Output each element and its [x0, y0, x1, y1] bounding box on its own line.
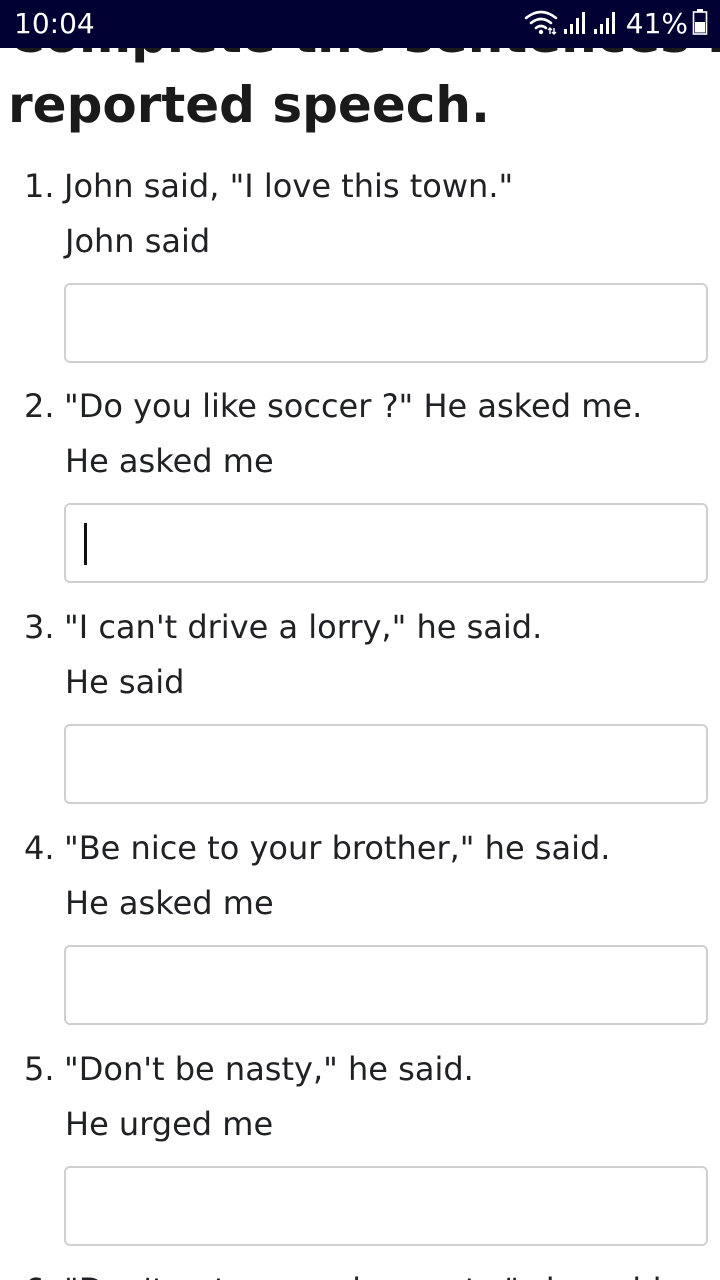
signal-icon	[562, 9, 588, 40]
question-number: 5.	[24, 1050, 55, 1088]
question-number: 4.	[24, 829, 55, 867]
question-text: "I can't drive a lorry," he said.	[64, 608, 543, 646]
question-text: "Don't eat so much sweets," she said.	[64, 1271, 672, 1280]
question-number: 6.	[24, 1270, 64, 1280]
question-text: "Don't be nasty," he said.	[64, 1050, 474, 1088]
status-icons: 41%	[520, 8, 708, 40]
question-text: "Do you like soccer ?" He asked me.	[64, 387, 643, 425]
question-sentence: 3. "I can't drive a lorry," he said.	[24, 607, 542, 647]
question-sentence: 6."Don't eat so much sweets," she said.	[24, 1270, 672, 1280]
answer-prompt: He asked me	[65, 442, 274, 480]
answer-input-3[interactable]	[64, 724, 708, 804]
answer-prompt: John said	[65, 222, 211, 260]
question-number: 2.	[24, 387, 55, 425]
question-sentence: 1. John said, "I love this town."	[24, 166, 513, 206]
question-sentence: 2. "Do you like soccer ?" He asked me.	[24, 386, 642, 426]
page-title-line-2: reported speech.	[8, 76, 490, 134]
status-time: 10:04	[14, 7, 95, 40]
exercise-page: Complete the sentences in reported speec…	[0, 0, 720, 1280]
answer-prompt: He asked me	[65, 884, 274, 922]
question-text: John said, "I love this town."	[64, 167, 514, 205]
answer-prompt: He urged me	[65, 1105, 274, 1143]
wifi-icon	[524, 9, 558, 40]
question-number: 1.	[24, 167, 55, 205]
text-cursor	[84, 523, 87, 565]
answer-input-5[interactable]	[64, 1166, 708, 1246]
battery-icon	[692, 8, 708, 41]
question-sentence: 4. "Be nice to your brother," he said.	[24, 828, 610, 868]
signal-icon	[592, 9, 618, 40]
answer-prompt: He said	[65, 663, 185, 701]
battery-percentage: 41%	[625, 7, 688, 40]
status-bar: 10:04 41%	[0, 0, 720, 48]
answer-input-4[interactable]	[64, 945, 708, 1025]
answer-input-2[interactable]	[64, 503, 708, 583]
answer-input-1[interactable]	[64, 283, 708, 363]
question-number: 3.	[24, 608, 55, 646]
question-text: "Be nice to your brother," he said.	[64, 829, 611, 867]
question-sentence: 5. "Don't be nasty," he said.	[24, 1049, 474, 1089]
